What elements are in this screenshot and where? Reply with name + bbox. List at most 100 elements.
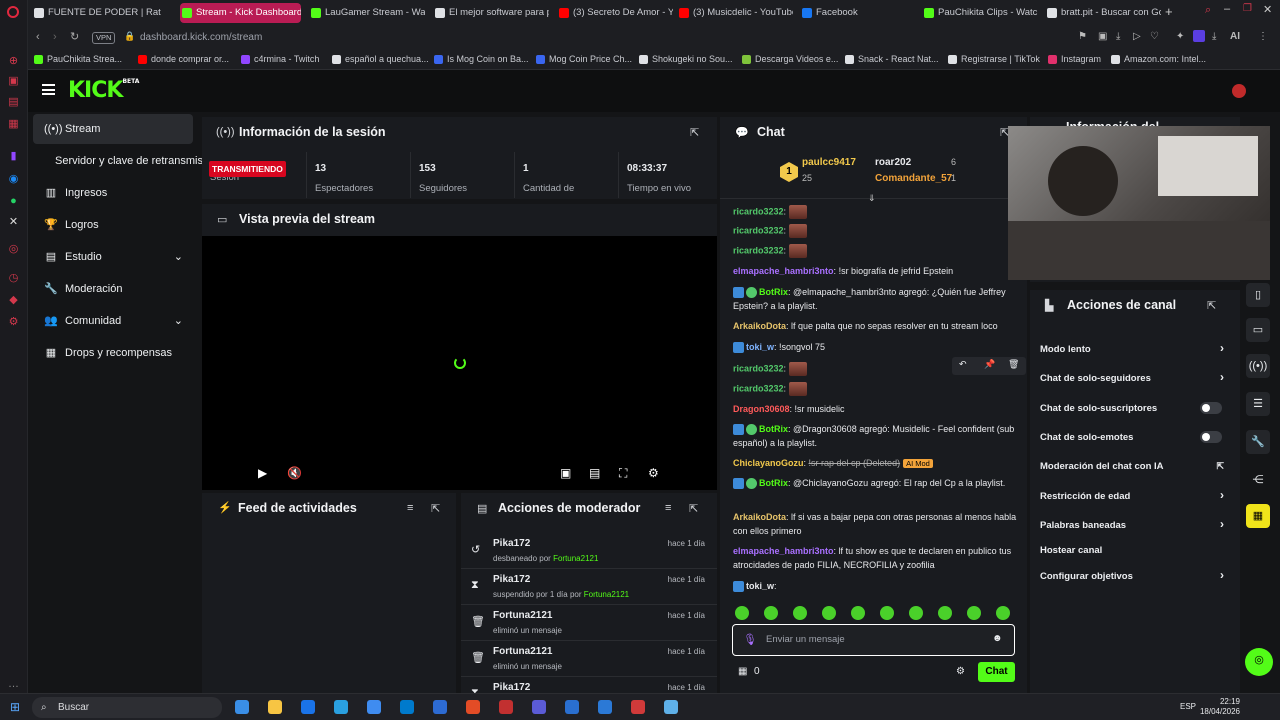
nav-item-moderación[interactable]: 🔧 Moderación [33, 274, 193, 304]
chat-username[interactable]: elmapache_hambri3nto [733, 266, 834, 276]
filter-icon[interactable]: ≡ [665, 502, 671, 514]
chat-username[interactable]: BotRix [759, 424, 788, 434]
download-icon[interactable]: ⤓ [1116, 31, 1120, 42]
extensions-icon[interactable]: ✦ [1176, 31, 1184, 42]
mod-action-user[interactable]: Fortuna2121 [493, 610, 552, 621]
gifter-name[interactable]: Comandante_57 [875, 173, 952, 184]
forward-icon[interactable]: › [53, 31, 57, 43]
discord-icon[interactable] [565, 700, 579, 714]
chat-icon[interactable]: ▭ [1246, 318, 1270, 342]
chat-username[interactable]: ChiclayanoGozu [733, 458, 804, 468]
popout-icon[interactable]: ⇱ [1207, 299, 1216, 312]
chat-username[interactable]: ricardo3232 [733, 363, 784, 373]
emote-shortcut[interactable] [822, 606, 836, 620]
bookmark-item[interactable]: c4rmina - Twitch [241, 54, 319, 64]
mod-action-user[interactable]: Pika172 [493, 574, 530, 585]
emote-shortcut[interactable] [735, 606, 749, 620]
taskbar-app-icon[interactable] [235, 700, 249, 714]
channel-action-palabras-baneadas[interactable]: Palabras baneadas › [1040, 517, 1230, 531]
chat-username[interactable]: elmapache_hambri3nto [733, 546, 834, 556]
nav-item-comunidad[interactable]: 👥 Comunidad ⌄ [33, 306, 193, 336]
ai-button[interactable]: AI [1230, 31, 1240, 42]
app-icon[interactable] [631, 700, 645, 714]
mod-action-by[interactable]: Fortuna2121 [584, 590, 629, 599]
filter-icon[interactable]: ≡ [407, 502, 413, 514]
mod-action-user[interactable]: Fortuna2121 [493, 646, 552, 657]
toggle-switch[interactable] [1200, 402, 1222, 414]
app-icon[interactable] [499, 700, 513, 714]
kick-logo[interactable]: KICKBETA [68, 78, 139, 103]
chevron-right-icon[interactable]: › [1220, 568, 1224, 582]
share-icon[interactable]: ⋲ [1246, 468, 1270, 492]
channel-action-chat-de-solo-emotes[interactable]: Chat de solo-emotes [1040, 431, 1230, 443]
browser-tab[interactable]: FUENTE DE PODER | Rat [32, 3, 168, 23]
heart-icon[interactable]: ♡ [1150, 31, 1159, 42]
chat-username[interactable]: toki_w [746, 581, 774, 591]
browser-tab[interactable]: (3) Secreto De Amor - Yo [557, 3, 673, 23]
nav-item-servidor[interactable]: Servidor y clave de retransmisión [33, 146, 205, 176]
bookmark-item[interactable]: Descarga Videos e... [742, 54, 838, 64]
snapshot-icon[interactable]: ▣ [1098, 31, 1107, 42]
send-chat-button[interactable]: Chat [978, 662, 1015, 682]
mute-button[interactable]: 🔇 [287, 466, 302, 480]
twitch-icon[interactable]: ▮ [7, 150, 20, 163]
emote-shortcut[interactable] [851, 606, 865, 620]
bookmark-item[interactable]: Snack - React Nat... [845, 54, 939, 64]
bookmark-icon[interactable]: ⚑ [1078, 31, 1087, 42]
chat-input[interactable]: 🎙 Enviar un mensaje ☻ [732, 624, 1015, 656]
popout-icon[interactable]: ⇱ [431, 502, 440, 515]
nav-item-ingresos[interactable]: ▥ Ingresos [33, 178, 193, 208]
channel-action-restricci-n-de-edad[interactable]: Restricción de edad › [1040, 488, 1230, 502]
file-explorer-icon[interactable] [268, 700, 282, 714]
hamburger-menu-icon[interactable] [42, 84, 55, 95]
downloads-icon[interactable]: ⤓ [1212, 31, 1216, 42]
sidebar-icon[interactable]: ▦ [7, 118, 20, 131]
support-icon[interactable]: ◎ [1245, 648, 1273, 676]
chat-username[interactable]: ricardo3232 [733, 225, 784, 235]
play-button[interactable]: ▶ [258, 466, 267, 480]
history-icon[interactable]: ◷ [7, 272, 20, 285]
browser-tab[interactable]: LauGamer Stream - Wat [309, 3, 425, 23]
app-icon[interactable] [598, 700, 612, 714]
more-icon[interactable]: … [7, 678, 20, 691]
nav-item-drops[interactable]: ▦ Drops y recompensas [33, 338, 193, 368]
chat-username[interactable]: BotRix [759, 478, 788, 488]
channel-action-configurar-objetivos[interactable]: Configurar objetivos › [1040, 568, 1230, 582]
nav-item-stream[interactable]: ((•)) Stream [33, 114, 193, 144]
taskbar-search[interactable]: ⌕ Buscar [32, 697, 222, 718]
extension-icon[interactable] [1193, 30, 1205, 42]
channel-action-moderaci-n-del-chat-con-ia[interactable]: Moderación del chat con IA ⇱ [1040, 461, 1230, 472]
sidebar-icon[interactable]: ⊕ [7, 55, 20, 68]
settings-button[interactable]: ⚙ [648, 466, 659, 480]
gifter-name[interactable]: roar202 [875, 157, 911, 168]
chat-username[interactable]: ArkaikoDota [733, 321, 786, 331]
folder-icon[interactable] [367, 700, 381, 714]
list-icon[interactable]: ☰ [1246, 392, 1270, 416]
vscode-icon[interactable] [400, 700, 414, 714]
bookmark-item[interactable]: español a quechua... [332, 54, 429, 64]
sidebar-icon[interactable]: ▣ [7, 75, 20, 88]
emote-shortcut[interactable] [793, 606, 807, 620]
browser-tab[interactable]: Facebook [800, 3, 916, 23]
channel-action-chat-de-solo-seguidores[interactable]: Chat de solo-seguidores › [1040, 370, 1230, 384]
mod-action-user[interactable]: Pika172 [493, 682, 530, 693]
messenger-icon[interactable]: ◉ [7, 173, 20, 186]
browser-tab[interactable]: Stream - Kick Dashboard [180, 3, 301, 23]
browser-tab[interactable]: bratt.pit - Buscar con Go [1045, 3, 1161, 23]
url-field[interactable]: dashboard.kick.com/stream [140, 32, 262, 43]
browser-tab[interactable]: PauChikita Clips - Watch [922, 3, 1038, 23]
mic-icon[interactable]: 🎙 [743, 633, 757, 646]
emote-shortcut[interactable] [764, 606, 778, 620]
fullscreen-button[interactable]: ⛶ [619, 466, 627, 481]
channel-action-hostear-canal[interactable]: Hostear canal [1040, 545, 1230, 556]
wrench-icon[interactable]: 🔧 [1246, 430, 1270, 454]
chevron-down-icon[interactable]: ⌄ [174, 306, 183, 336]
emote-shortcut[interactable] [909, 606, 923, 620]
chrome-icon[interactable] [466, 700, 480, 714]
popout-icon[interactable]: ⇱ [689, 502, 698, 515]
new-tab-button[interactable]: + [1165, 4, 1173, 19]
chat-settings-icon[interactable]: ⚙ [956, 666, 965, 677]
mod-action-by[interactable]: Fortuna2121 [553, 554, 598, 563]
emote-shortcut[interactable] [880, 606, 894, 620]
edge-icon[interactable] [334, 700, 348, 714]
